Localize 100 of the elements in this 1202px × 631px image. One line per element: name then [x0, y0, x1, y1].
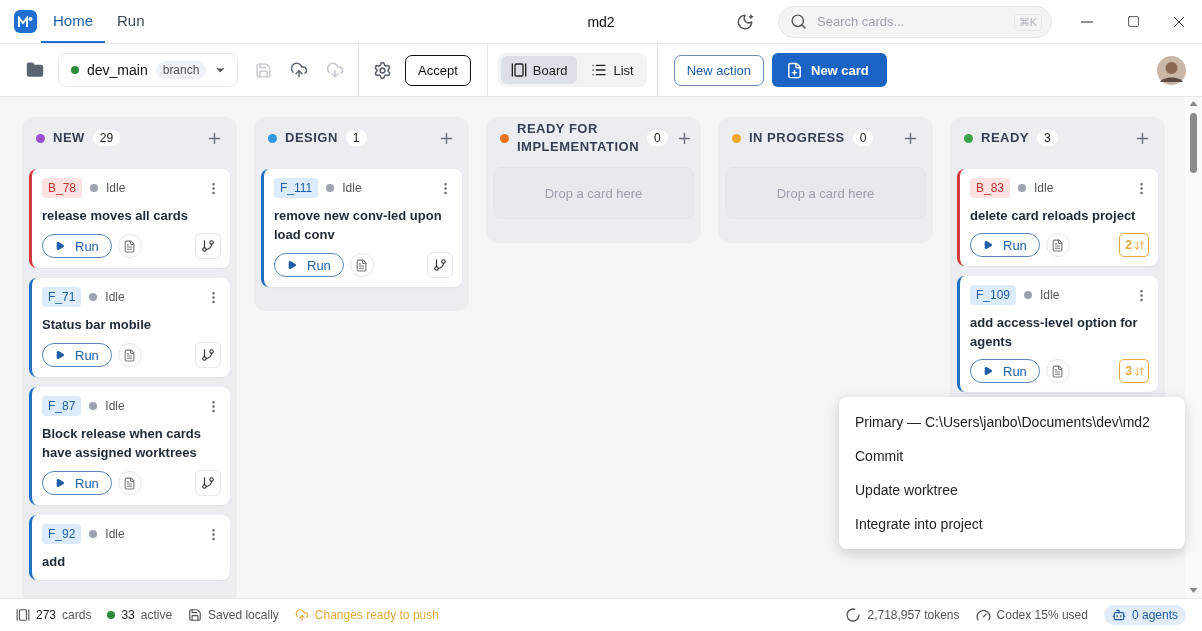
card[interactable]: F_111 Idle remove new conv-led upon load conv Run: [261, 169, 462, 287]
branch-button[interactable]: [427, 252, 453, 278]
card-id-tag: F_71: [42, 287, 82, 307]
run-button[interactable]: Run: [970, 233, 1040, 257]
status-dot: [71, 66, 79, 74]
card-status: Idle: [105, 399, 125, 413]
drop-zone: Drop a card here: [725, 167, 926, 219]
card-total-label: cards: [62, 608, 92, 622]
card-title: add access-level option for agents: [970, 314, 1139, 351]
card-count: 29: [92, 130, 121, 146]
card-id-tag: F_109: [970, 285, 1017, 305]
card-title: remove new conv-led upon load conv: [274, 207, 443, 244]
card[interactable]: F_109 Idle add access-level option for agents Run 3: [957, 276, 1158, 392]
up-down-arrows-icon: [1134, 365, 1145, 377]
shortcut-hint: ⌘K: [1013, 13, 1042, 31]
card-id-tag: F_87: [42, 396, 82, 416]
card-title: Status bar mobile: [42, 316, 153, 334]
card-title: release moves all cards: [42, 207, 189, 225]
status-dot: [89, 402, 98, 410]
agents-button[interactable]: 0 agents: [1103, 605, 1186, 625]
play-icon: [55, 350, 65, 360]
document-icon: [123, 348, 137, 362]
cards-icon: [16, 608, 30, 622]
menu-item[interactable]: Update worktree: [839, 473, 1185, 507]
run-button[interactable]: Run: [970, 359, 1040, 383]
card[interactable]: B_83 Idle delete card reloads project Run 2: [957, 169, 1158, 266]
status-dot: [1018, 184, 1027, 192]
branch-badge: branch: [155, 61, 207, 79]
drop-zone: Drop a card here: [493, 167, 694, 219]
settings-icon: [372, 60, 392, 80]
new-action-button[interactable]: New action: [673, 54, 764, 86]
run-button[interactable]: Run: [42, 234, 112, 258]
robot-icon: [1111, 608, 1126, 622]
run-button[interactable]: Run: [42, 343, 112, 367]
play-icon: [287, 260, 297, 270]
document-icon: [123, 476, 137, 490]
window-title: md2: [587, 14, 615, 30]
save-status: Saved locally: [208, 608, 279, 622]
menu-item[interactable]: Commit: [839, 439, 1185, 473]
play-icon: [983, 366, 993, 376]
play-icon: [55, 241, 65, 251]
status-dot: [90, 184, 99, 192]
folder-icon: [26, 61, 44, 79]
card-status: Idle: [1034, 181, 1054, 195]
list-icon: [591, 62, 608, 78]
cloud-download-icon: [326, 61, 344, 79]
theme-toggle-icon[interactable]: [736, 12, 754, 31]
active-count: 33: [121, 608, 135, 622]
card-count: 1: [345, 130, 367, 146]
app-logo-icon: [14, 10, 37, 33]
column-title: DESIGN: [285, 129, 338, 147]
cloud-upload-icon: [294, 608, 309, 622]
document-icon: [1051, 364, 1065, 378]
user-avatar[interactable]: [1157, 55, 1186, 85]
menu-item[interactable]: Primary — C:\Users\janbo\Documents\dev\md2: [839, 405, 1185, 439]
card-total-value: 273: [36, 608, 57, 622]
column-title: READY FOR IMPLEMENTATION: [517, 120, 640, 156]
card[interactable]: B_78 Idle release moves all cards Run: [29, 169, 230, 268]
card-status: Idle: [1040, 288, 1060, 302]
status-dot: [89, 293, 98, 301]
card-title: add: [42, 553, 67, 571]
spinner-icon: [845, 607, 862, 623]
cloud-upload-icon: [290, 61, 308, 79]
menu-item[interactable]: Integrate into project: [839, 507, 1185, 541]
card[interactable]: F_92 Idle add: [29, 515, 230, 580]
card-id-tag: F_111: [274, 178, 319, 198]
branch-button[interactable]: [195, 233, 221, 259]
branch-icon: [201, 348, 215, 362]
run-button[interactable]: Run: [42, 471, 112, 495]
card-status: Idle: [105, 290, 125, 304]
accept-button[interactable]: Accept: [405, 54, 471, 86]
play-icon: [983, 240, 993, 250]
document-icon: [355, 258, 369, 272]
maximize-icon: [1126, 15, 1140, 28]
column-title: READY: [981, 129, 1029, 147]
changes-count: 3: [1125, 364, 1132, 378]
view-toggle[interactable]: List: [581, 56, 644, 84]
file-plus-icon: [786, 61, 803, 79]
nav-tab[interactable]: Run: [105, 0, 157, 43]
nav-tab[interactable]: Home: [41, 0, 105, 43]
card[interactable]: F_71 Idle Status bar mobile Run: [29, 278, 230, 377]
active-dot: [107, 611, 116, 619]
card[interactable]: F_87 Idle Block release when cards have assigned worktrees Run: [29, 387, 230, 505]
up-down-arrows-icon: [1134, 239, 1145, 251]
view-toggle[interactable]: Board: [500, 56, 578, 84]
document-icon: [123, 239, 137, 253]
card-count: 3: [1037, 130, 1058, 146]
branch-button[interactable]: [195, 342, 221, 368]
column-title: NEW: [53, 129, 85, 147]
card-status: Idle: [105, 527, 125, 541]
run-button[interactable]: Run: [274, 253, 344, 277]
branch-button[interactable]: [195, 470, 221, 496]
status-dot: [1024, 291, 1033, 299]
gauge-icon: [975, 607, 991, 623]
card-count: 0: [647, 130, 668, 146]
push-status: Changes ready to push: [314, 608, 439, 622]
branch-icon: [201, 476, 215, 490]
branch-name: dev_main: [87, 62, 148, 78]
branch-select[interactable]: dev_main branch: [58, 53, 238, 87]
new-card-button[interactable]: New card: [772, 53, 887, 87]
